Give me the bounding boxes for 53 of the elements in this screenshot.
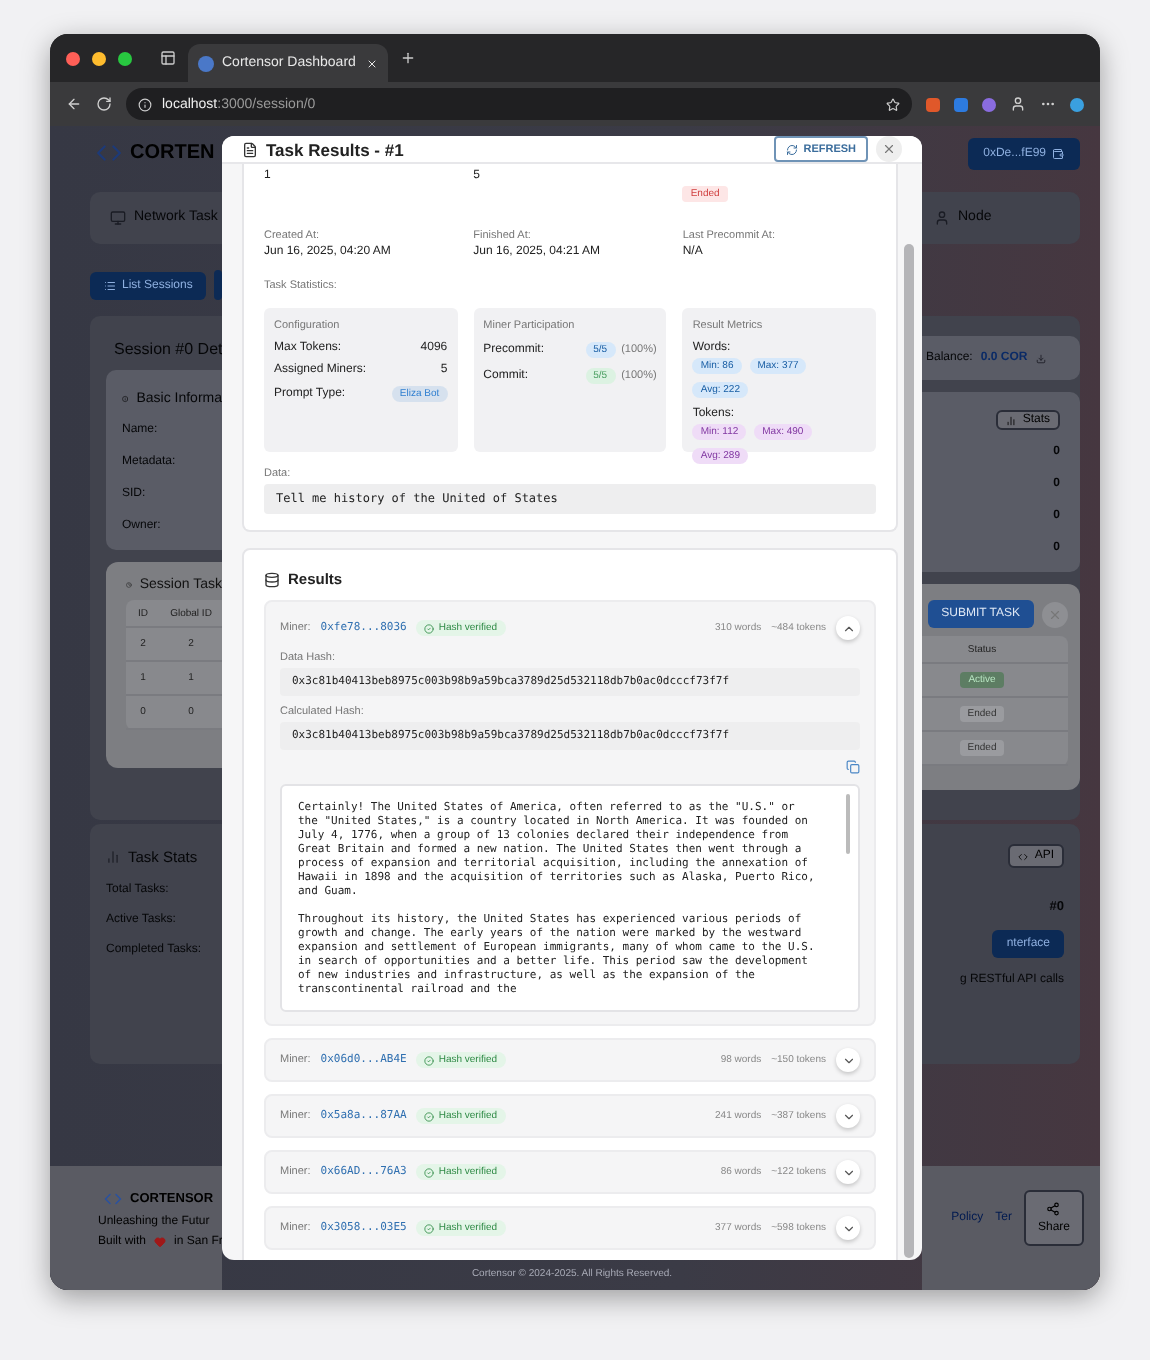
database-icon	[264, 571, 280, 587]
scrollbar	[846, 794, 850, 854]
expand-button[interactable]	[836, 1216, 860, 1240]
favicon-icon	[198, 55, 214, 71]
close-icon	[1048, 607, 1062, 621]
logo-text: CORTEN	[130, 142, 215, 164]
minimize-window-button[interactable]	[92, 51, 106, 65]
chevron-down-icon	[841, 1221, 855, 1235]
chevron-up-icon	[841, 621, 855, 635]
expand-button[interactable]	[836, 1104, 860, 1128]
monitor-icon	[110, 209, 126, 225]
code-logo-icon	[104, 1190, 122, 1208]
chevron-down-icon	[841, 1165, 855, 1179]
expand-button[interactable]	[836, 1160, 860, 1184]
check-circle-icon	[424, 1111, 435, 1121]
favorite-icon[interactable]	[886, 97, 900, 111]
check-circle-icon	[424, 1167, 435, 1177]
dialog-title: Task Results - #1	[266, 139, 406, 159]
tabs-icon[interactable]	[160, 50, 176, 66]
close-button[interactable]	[876, 136, 902, 162]
code-logo-icon	[96, 140, 122, 166]
list-icon	[104, 279, 116, 291]
section-title: Session #0 Det	[114, 340, 223, 358]
close-tab-icon[interactable]	[366, 57, 378, 69]
download-icon	[1035, 353, 1046, 363]
site-info-icon	[138, 97, 152, 111]
collapse-button[interactable]	[836, 616, 860, 640]
expand-button[interactable]	[836, 1048, 860, 1072]
chevron-down-icon	[841, 1053, 855, 1067]
back-icon[interactable]	[66, 96, 82, 112]
share-icon	[1046, 1202, 1061, 1216]
copilot-icon[interactable]	[1070, 97, 1084, 111]
wallet-icon	[1052, 147, 1064, 159]
close-icon	[882, 142, 896, 156]
user-icon	[934, 209, 950, 225]
new-tab-icon[interactable]	[400, 50, 416, 66]
check-circle-icon	[424, 1055, 435, 1065]
maximize-window-button[interactable]	[118, 51, 132, 65]
code-icon	[1018, 851, 1029, 861]
profile-icon[interactable]	[1010, 96, 1026, 112]
refresh-icon	[785, 143, 798, 155]
close-window-button[interactable]	[66, 51, 80, 65]
clock-icon	[126, 578, 132, 592]
document-icon	[242, 141, 258, 157]
check-circle-icon	[424, 1223, 435, 1233]
chevron-down-icon	[841, 1109, 855, 1123]
bar-chart-icon	[106, 850, 120, 864]
check-circle-icon	[424, 623, 435, 633]
copy-icon	[846, 760, 860, 774]
heart-icon	[154, 1236, 167, 1248]
bar-chart-icon	[1006, 415, 1017, 425]
info-icon	[122, 391, 129, 405]
reload-icon[interactable]	[96, 96, 112, 112]
